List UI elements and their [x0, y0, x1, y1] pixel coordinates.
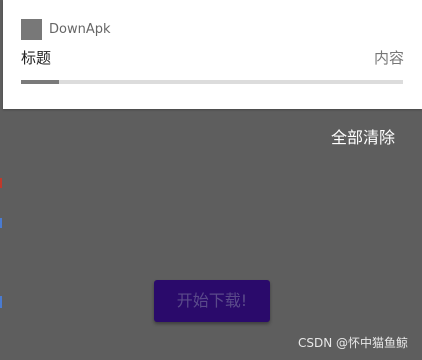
app-icon — [21, 19, 42, 40]
download-notification[interactable]: DownApk 标题 内容 — [3, 0, 422, 109]
csdn-watermark: CSDN @怀中猫鱼鲸 — [297, 336, 408, 350]
notification-app-name: DownApk — [49, 22, 111, 37]
clear-all-button[interactable]: 全部清除 — [331, 128, 395, 148]
start-download-button[interactable]: 开始下载! — [154, 280, 270, 322]
background-edge-mark-red — [0, 178, 2, 188]
background-edge-mark-blue — [0, 218, 2, 228]
background-edge-mark-blue-2 — [0, 296, 2, 308]
download-progress-fill — [21, 80, 60, 84]
download-progress-bar — [21, 80, 403, 84]
notification-content: 内容 — [373, 49, 404, 67]
notification-title: 标题 — [21, 49, 52, 67]
